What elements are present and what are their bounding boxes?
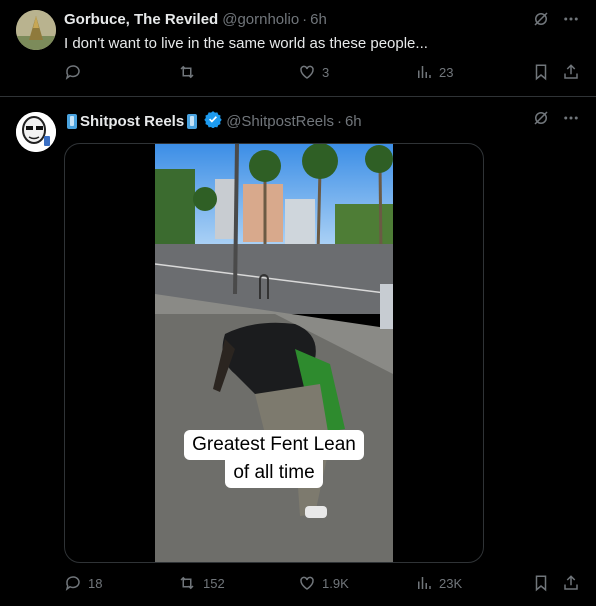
tweet-header: Gorbuce, The Reviled @gornholio · 6h — [64, 11, 327, 28]
separator-dot: · — [302, 11, 308, 28]
timestamp[interactable]: 6h — [345, 113, 362, 130]
like-button[interactable]: 1.9K — [298, 574, 349, 592]
views-icon — [415, 63, 433, 81]
repost-button[interactable]: 152 — [177, 574, 225, 592]
action-bar: 18 152 1.9K 23K — [62, 574, 580, 596]
handle[interactable]: @gornholio — [222, 11, 299, 28]
tweet-top-actions — [532, 109, 580, 132]
more-icon[interactable] — [562, 10, 580, 33]
timestamp[interactable]: 6h — [310, 11, 327, 28]
reply-icon — [64, 574, 82, 592]
avatar-image — [16, 10, 56, 50]
verified-icon — [204, 110, 222, 132]
reply-button[interactable]: 18 — [64, 574, 102, 592]
views-count: 23 — [439, 64, 454, 80]
views-count: 23K — [439, 575, 463, 591]
caption-line-2: of all time — [225, 458, 323, 488]
video-caption: Greatest Fent Lean of all time — [181, 430, 367, 488]
views-button[interactable]: 23 — [415, 63, 453, 81]
tweet-text: I don't want to live in the same world a… — [64, 35, 428, 52]
like-button[interactable]: 3 — [298, 63, 329, 81]
like-icon — [298, 574, 316, 592]
like-count: 3 — [322, 64, 330, 80]
avatar-image — [16, 112, 56, 152]
more-icon[interactable] — [562, 109, 580, 132]
avatar[interactable] — [16, 10, 56, 50]
bookmark-button[interactable] — [532, 574, 550, 592]
views-button[interactable]: 23K — [415, 574, 462, 592]
avatar[interactable] — [16, 112, 56, 152]
reply-icon — [64, 63, 82, 81]
tweet-header: Shitpost Reels @ShitpostReels · 6h — [64, 110, 362, 132]
share-icon — [562, 574, 580, 592]
repost-button[interactable] — [177, 63, 203, 81]
tweet-gorbuce[interactable]: Gorbuce, The Reviled @gornholio · 6h I d… — [0, 0, 596, 97]
repost-icon — [177, 63, 197, 81]
grok-icon[interactable] — [532, 10, 550, 33]
like-count: 1.9K — [322, 575, 349, 591]
reply-button[interactable] — [64, 63, 88, 81]
separator-dot: · — [336, 112, 342, 130]
display-name[interactable]: Gorbuce, The Reviled — [64, 11, 218, 28]
tweet-top-actions — [532, 10, 580, 33]
share-icon — [562, 63, 580, 81]
handle[interactable]: @ShitpostReels — [226, 113, 334, 130]
video-player[interactable]: Greatest Fent Lean of all time — [64, 143, 484, 563]
bookmark-icon — [532, 574, 550, 592]
video-scene — [155, 144, 393, 562]
video-frame: Greatest Fent Lean of all time — [155, 144, 393, 562]
phone-emoji-icon — [67, 113, 77, 129]
phone-emoji-icon — [187, 113, 198, 129]
grok-icon[interactable] — [532, 109, 550, 132]
repost-count: 152 — [203, 575, 225, 591]
bookmark-icon — [532, 63, 550, 81]
caption-line-1: Greatest Fent Lean — [184, 430, 364, 460]
share-button[interactable] — [562, 574, 580, 592]
bookmark-button[interactable] — [532, 63, 550, 81]
display-name[interactable]: Shitpost Reels — [80, 113, 184, 130]
like-icon — [298, 63, 316, 81]
share-button[interactable] — [562, 63, 580, 81]
views-icon — [415, 574, 433, 592]
reply-count: 18 — [88, 575, 103, 591]
repost-icon — [177, 574, 197, 592]
action-bar: 3 23 — [62, 63, 580, 85]
